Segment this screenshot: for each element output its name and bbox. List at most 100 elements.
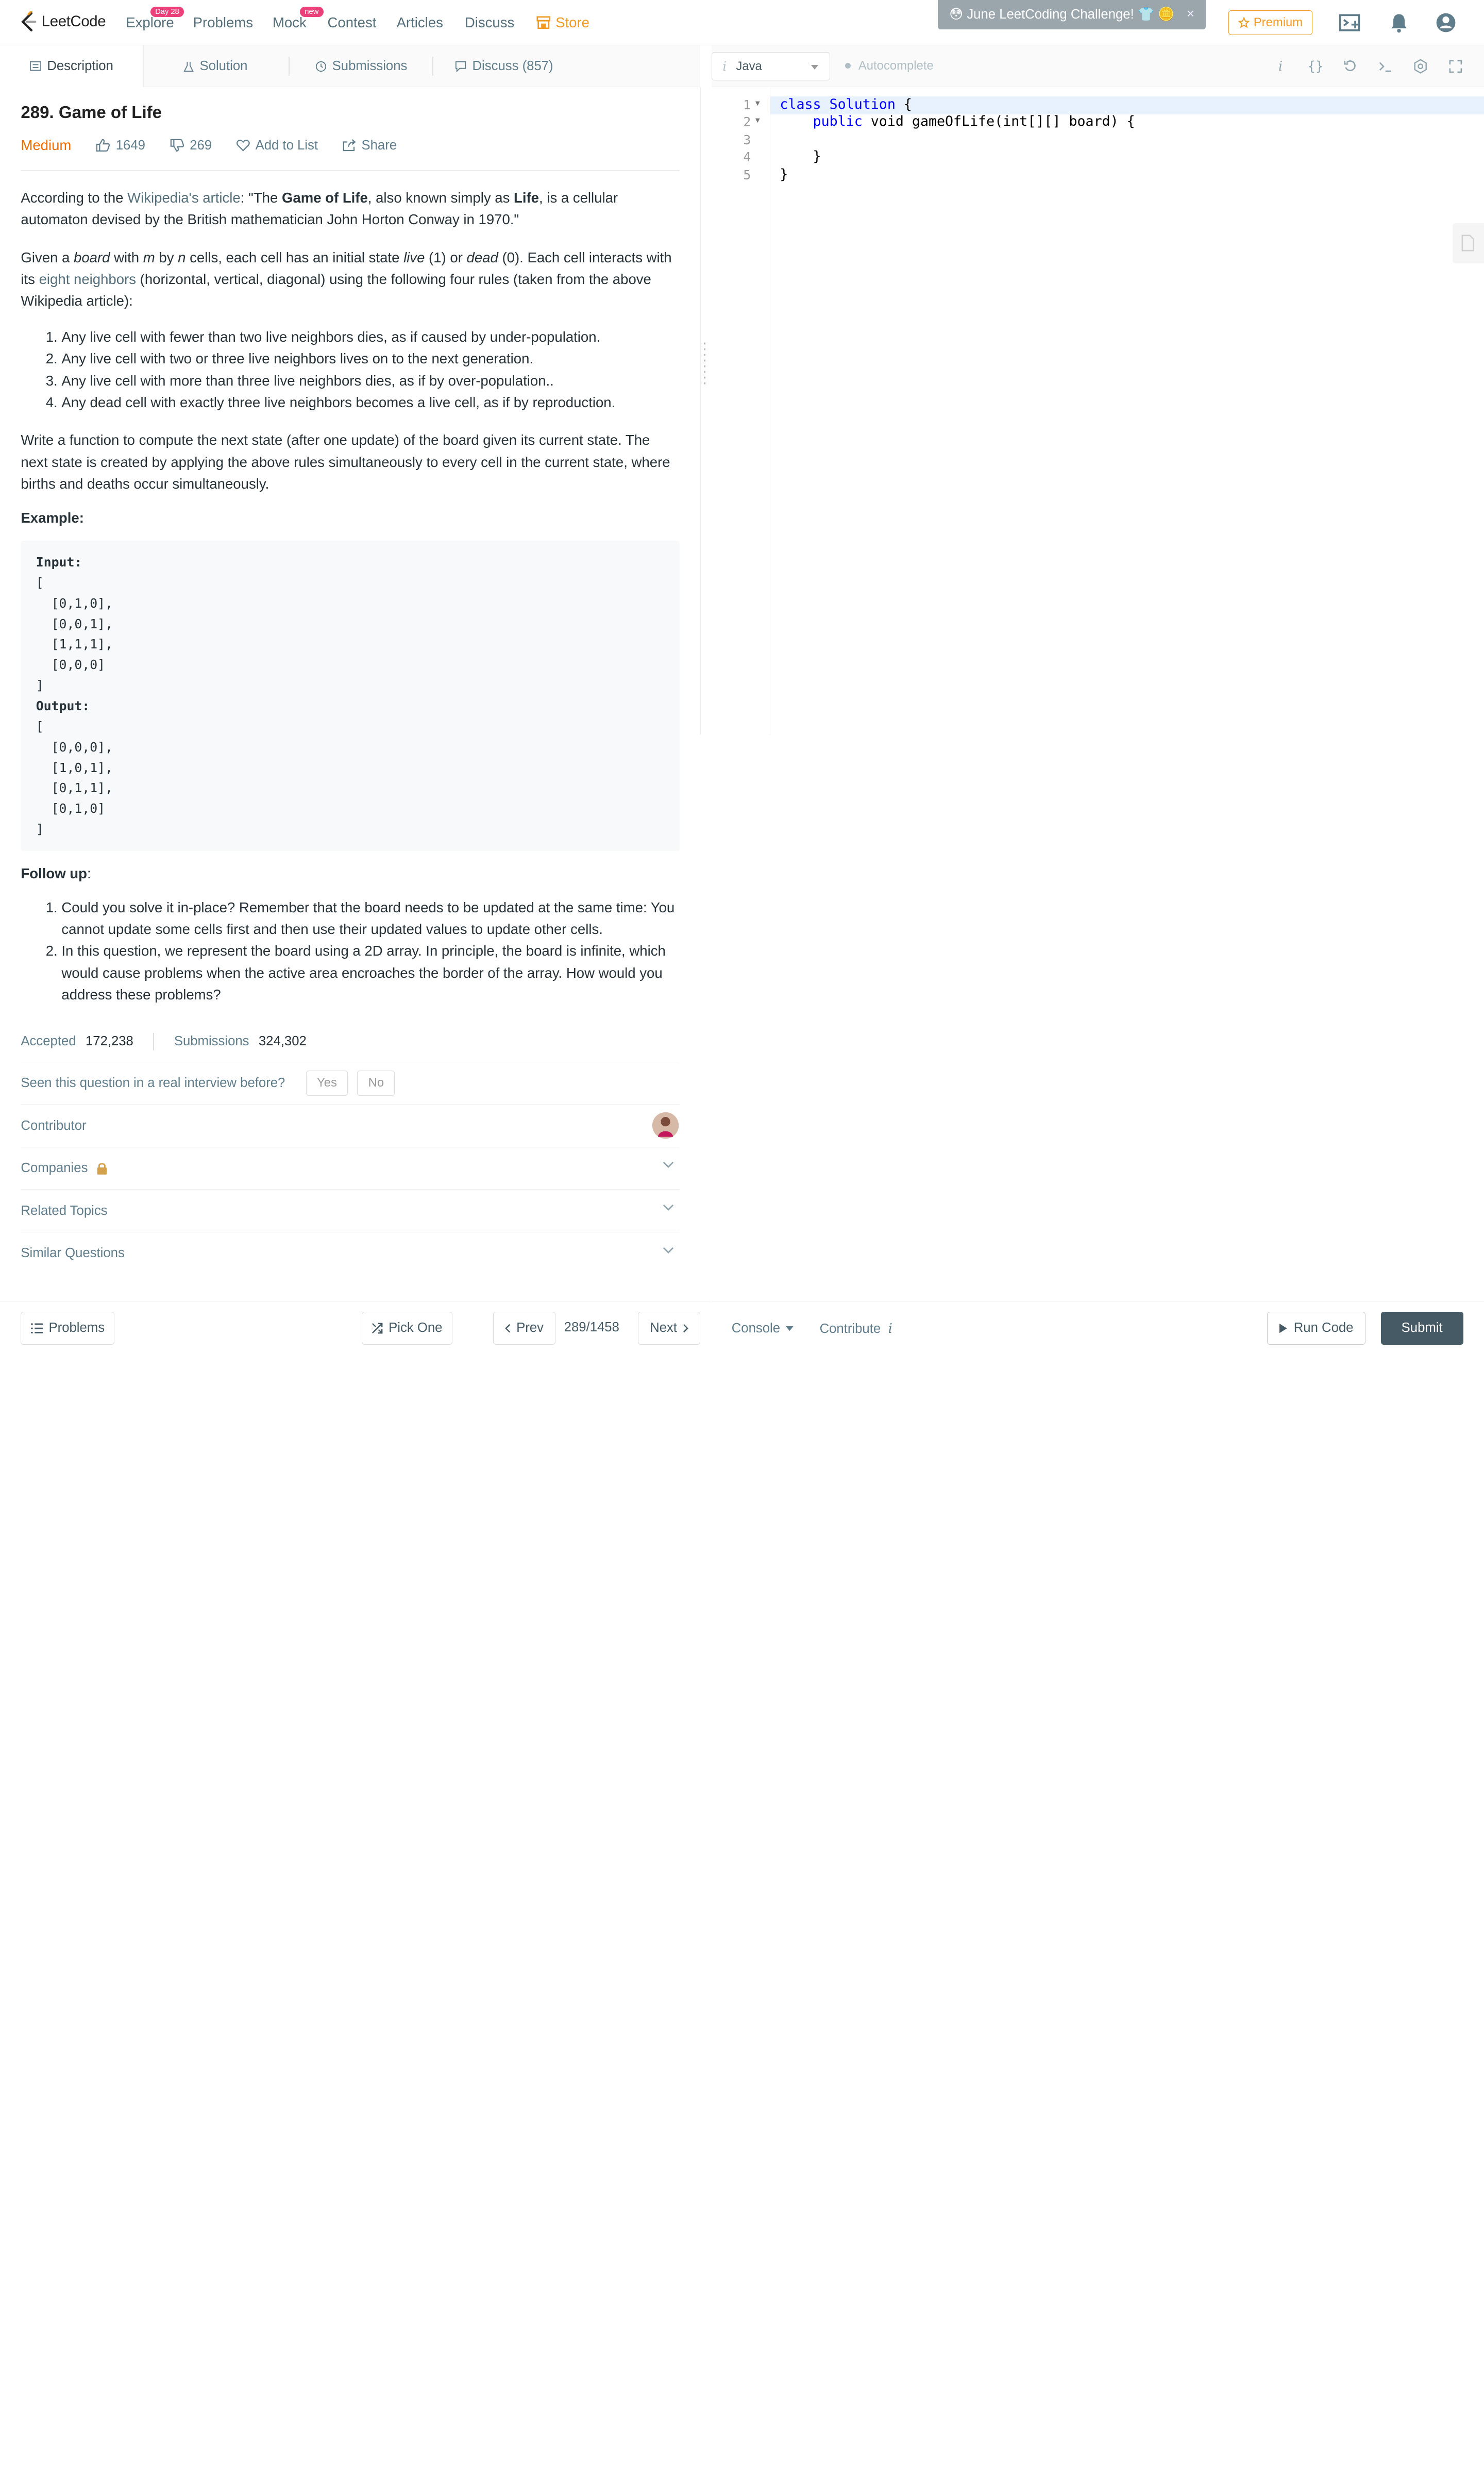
drag-handle-dots <box>703 341 706 387</box>
companies-label: Companies <box>21 1161 88 1176</box>
submit-button[interactable]: Submit <box>1380 1311 1463 1345</box>
premium-button[interactable]: Premium <box>1228 10 1313 35</box>
related-topics-row[interactable]: Related Topics <box>21 1189 680 1232</box>
reset-icon[interactable] <box>1341 57 1360 76</box>
banner-close-icon[interactable]: × <box>1187 7 1194 22</box>
nav-explore[interactable]: Explore Day 28 <box>126 6 184 31</box>
avatar-icon[interactable] <box>1435 11 1457 34</box>
no-button[interactable]: No <box>357 1071 395 1096</box>
tab-solution[interactable]: Solution <box>183 45 247 87</box>
notes-tab[interactable] <box>1453 223 1484 263</box>
contributor-label: Contributor <box>21 1118 87 1133</box>
companies-row[interactable]: Companies <box>21 1146 680 1190</box>
language-select[interactable]: i Java <box>712 52 830 81</box>
contribute-link[interactable]: Contribute i <box>820 1321 892 1337</box>
add-to-list-button[interactable]: Add to List <box>236 138 318 153</box>
console-label: Console <box>731 1321 781 1336</box>
code-line: public void gameOfLife(int[][] board) { <box>813 113 1135 130</box>
nav-problems[interactable]: Problems <box>193 14 253 31</box>
interview-question-row: Seen this question in a real interview b… <box>21 1061 680 1105</box>
problems-list-button[interactable]: Problems <box>21 1311 115 1345</box>
nav-contest[interactable]: Contest <box>327 14 376 31</box>
contribute-label: Contribute <box>819 1322 881 1337</box>
nav-store-label: Store <box>555 14 589 30</box>
output-label: Output: <box>36 698 90 713</box>
tab-submissions[interactable]: Submissions <box>315 45 407 87</box>
share-button[interactable]: Share <box>343 138 397 153</box>
list-icon <box>30 1323 43 1333</box>
caret-down-icon <box>811 64 818 70</box>
coin-icon: 🪙 <box>1158 7 1175 22</box>
yes-button[interactable]: Yes <box>306 1071 348 1096</box>
example-code-block: Input: [ [0,1,0], [0,0,1], [1,1,1], [0,0… <box>21 540 680 851</box>
pick-one-button[interactable]: Pick One <box>361 1311 452 1345</box>
nav-discuss[interactable]: Discuss <box>465 14 514 31</box>
follow-up-list: Could you solve it in-place? Remember th… <box>21 897 679 1006</box>
editor-action-bar: Console Contribute i Run Code Submit <box>712 1300 1484 1355</box>
nav-mock[interactable]: Mock new <box>273 6 324 31</box>
playground-icon[interactable] <box>1338 11 1361 34</box>
paragraph-intro: According to the Wikipedia's article: "T… <box>21 190 618 228</box>
challenge-banner[interactable]: 😳 June LeetCoding Challenge! 👕 🪙 × <box>938 0 1206 29</box>
tab-discuss-label: Discuss (857) <box>472 59 553 74</box>
tab-description[interactable]: Description <box>0 45 144 87</box>
acceptance-stats: Accepted 172,238 Submissions 324,302 <box>21 1032 679 1051</box>
line-number: 2 <box>743 114 751 130</box>
settings-icon[interactable] <box>1411 57 1430 76</box>
bell-icon[interactable] <box>1388 11 1410 34</box>
logo[interactable]: LeetCode <box>19 11 106 32</box>
banner-text: June LeetCoding Challenge! <box>967 7 1134 22</box>
next-label: Next <box>650 1321 677 1335</box>
tab-discuss[interactable]: Discuss (857) <box>455 45 553 87</box>
accepted-count: 172,238 <box>85 1034 133 1049</box>
code-editor[interactable]: class Solution { public void gameOfLife(… <box>770 87 1484 734</box>
chevron-right-icon <box>683 1324 688 1333</box>
divider <box>21 170 680 171</box>
nav-store[interactable]: Store <box>536 14 589 31</box>
example-label: Example: <box>21 510 84 526</box>
leetcode-page: LeetCode Explore Day 28 Problems Mock ne… <box>0 0 1484 1355</box>
console-toggle[interactable]: Console <box>732 1321 794 1336</box>
prev-button[interactable]: Prev <box>493 1311 556 1345</box>
dislike-button[interactable]: 269 <box>170 138 212 153</box>
paragraph-rules-intro: Given a board with m by n cells, each ce… <box>21 249 672 309</box>
info-icon: i <box>722 59 727 74</box>
fold-arrow-icon[interactable]: ▼ <box>754 99 762 108</box>
panel-resize-handle[interactable] <box>700 87 712 735</box>
terminal-icon[interactable] <box>1376 57 1395 76</box>
braces-icon[interactable]: {} <box>1306 57 1325 76</box>
input-label: Input: <box>36 554 82 570</box>
nav-articles[interactable]: Articles <box>397 14 443 31</box>
description-icon <box>30 61 42 71</box>
logo-text: LeetCode <box>41 13 106 30</box>
similar-questions-row[interactable]: Similar Questions <box>21 1232 680 1275</box>
fullscreen-icon[interactable] <box>1446 57 1465 76</box>
next-button[interactable]: Next <box>637 1311 701 1345</box>
emoji-icon: 😳 <box>949 7 963 22</box>
autocomplete-toggle[interactable]: Autocomplete <box>845 59 934 73</box>
accepted-label: Accepted <box>21 1034 76 1049</box>
line-number: 1 <box>743 97 751 113</box>
eight-neighbors-link[interactable]: eight neighbors <box>39 271 136 287</box>
contributor-avatar[interactable] <box>651 1111 680 1140</box>
info-icon: i <box>888 1321 892 1337</box>
like-button[interactable]: 1649 <box>96 138 145 153</box>
fold-arrow-icon[interactable]: ▼ <box>754 116 762 125</box>
stats-separator <box>153 1033 155 1050</box>
chevron-down-icon <box>663 1247 673 1254</box>
comment-icon <box>456 61 466 72</box>
prev-label: Prev <box>516 1321 544 1335</box>
wikipedia-link[interactable]: Wikipedia's article <box>127 190 241 206</box>
output-value: [ [0,0,0], [1,0,1], [0,1,1], [0,1,0] ] <box>36 719 113 837</box>
problem-navigation-bar: Problems Pick One Prev 289/1458 Next <box>0 1300 710 1355</box>
explore-badge: Day 28 <box>150 6 184 17</box>
editor-toolbar: i Java Autocomplete i {} <box>712 45 1484 87</box>
premium-label: Premium <box>1253 15 1303 30</box>
flask-icon <box>183 61 194 72</box>
info-icon[interactable]: i <box>1271 57 1290 76</box>
run-code-button[interactable]: Run Code <box>1267 1311 1366 1345</box>
lock-icon <box>97 1163 107 1175</box>
tab-description-label: Description <box>47 59 113 74</box>
problem-description: 289. Game of Life Medium 1649 269 Add to… <box>21 87 680 1275</box>
store-icon <box>536 16 551 29</box>
